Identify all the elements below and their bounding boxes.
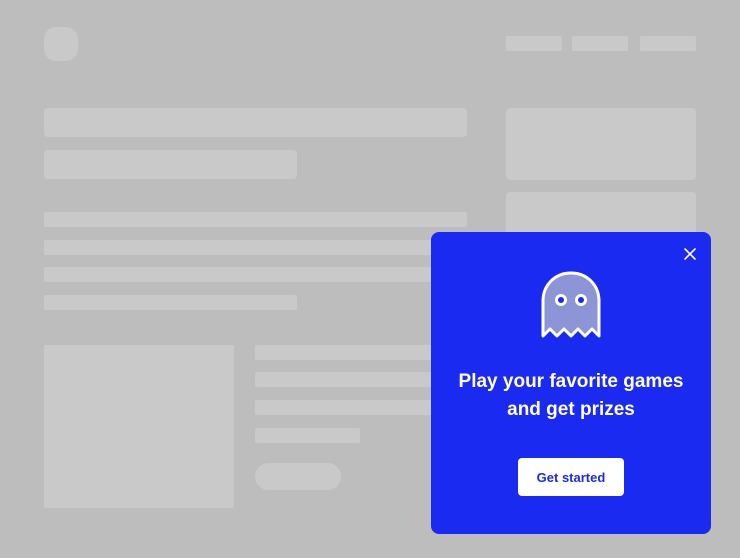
sidebar-card-placeholder — [506, 108, 696, 180]
modal-headline: Play your favorite games and get prizes — [458, 371, 684, 420]
ghost-icon — [540, 270, 602, 342]
text-line-placeholder — [255, 428, 360, 443]
close-icon[interactable] — [682, 246, 698, 262]
promo-modal: Play your favorite games and get prizes … — [431, 232, 711, 534]
text-line-placeholder — [44, 295, 297, 310]
text-line-placeholder — [44, 240, 467, 255]
button-placeholder — [255, 463, 341, 490]
nav-placeholder — [640, 36, 696, 51]
nav-placeholder — [572, 36, 628, 51]
image-placeholder — [44, 345, 234, 508]
logo-placeholder — [44, 27, 78, 61]
title-placeholder — [44, 150, 297, 179]
text-line-placeholder — [44, 267, 467, 282]
title-placeholder — [44, 108, 467, 137]
nav-placeholder — [506, 36, 562, 51]
text-line-placeholder — [44, 212, 467, 227]
get-started-button[interactable]: Get started — [518, 458, 624, 496]
